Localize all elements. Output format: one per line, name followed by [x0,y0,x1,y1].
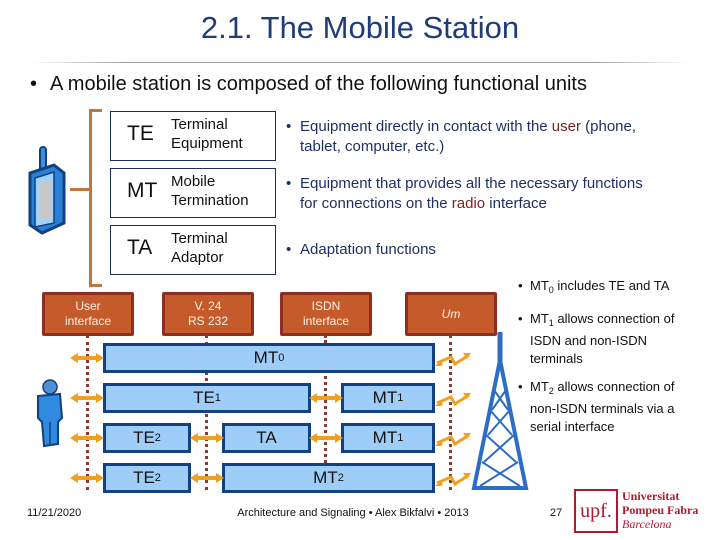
unit-abbr: MT [127,179,158,202]
interface-v24-rs232: V. 24 RS 232 [162,292,254,336]
radio-link-mt2 [433,471,473,488]
note-mt1: • MT1 allows connection of ISDN and non-I… [518,311,675,366]
block-mt1-a: MT 1 [341,383,435,413]
reference-line-um [449,335,452,490]
main-bullet-text: A mobile station is composed of the foll… [50,73,587,95]
block-mt2: MT 2 [222,463,435,493]
unit-abbr: TE [127,122,154,145]
block-te2-b: TE 2 [103,463,191,493]
units-bracket [89,109,102,287]
unit-abbr: TA [127,236,153,259]
unit-ta-box: TA Terminal Adaptor [110,225,276,275]
upf-logo-text: Universitat Pompeu Fabra Barcelona [622,489,699,531]
unit-mt-box: MT Mobile Termination [110,168,276,218]
unit-name: Terminal Equipment [171,116,243,152]
block-mt1-b: MT 1 [341,423,435,453]
unit-ta-description: • Adaptation functions [286,241,436,258]
title-divider [30,62,690,63]
unit-mt-description: • Equipment that provides all the necessa… [286,175,643,212]
note-mt2: • MT2 allows connection of non-ISDN termi… [518,379,675,434]
radio-link-mt1b [433,431,473,448]
interface-user: User interface [42,292,134,336]
reference-line-user [86,335,89,490]
page-number: 27 [550,507,563,519]
block-mt0: MT 0 [103,343,435,373]
unit-te-description: • Equipment directly in contact with the … [286,118,637,155]
slide-title: 2.1. The Mobile Station [200,10,520,45]
radio-link-mt1a [433,391,473,408]
main-bullet: • A mobile station is composed of the fol… [30,73,587,95]
block-te1: TE 1 [103,383,311,413]
note-mt0: • MT0 includes TE and TA [518,278,670,295]
mobile-phone-icon [28,146,66,235]
unit-te-box: TE Terminal Equipment [110,111,276,161]
interface-isdn: ISDN interface [280,292,372,336]
unit-name: Terminal Adaptor [171,230,228,266]
block-te2-a: TE 2 [103,423,191,453]
user-icon [37,379,64,448]
radio-link-mt0 [433,351,473,368]
block-ta: TA [222,423,311,453]
unit-name: Mobile Termination [171,173,249,209]
upf-logo-mark: upf. [574,489,618,533]
